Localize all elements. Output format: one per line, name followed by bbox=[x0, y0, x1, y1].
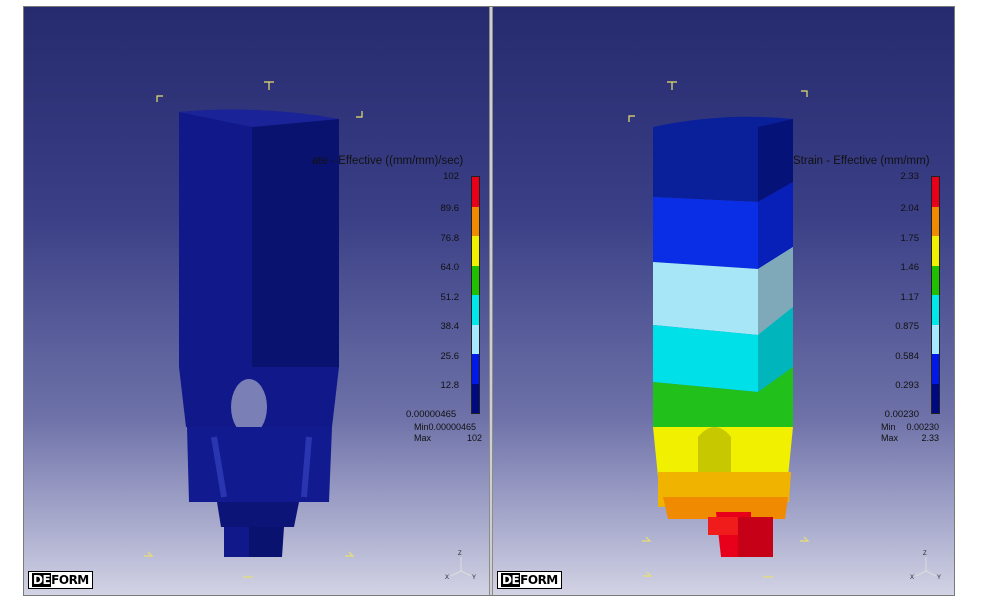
right-min-label: Min bbox=[881, 422, 896, 432]
left-min-value: 0.00000465 bbox=[428, 422, 477, 432]
right-legend-label: 0.00230 bbox=[884, 409, 919, 420]
right-color-band bbox=[932, 265, 939, 295]
left-color-bar bbox=[471, 176, 480, 414]
viewer-frame: ate - Effective ((mm/mm)/sec) 102 89.6 7… bbox=[23, 6, 955, 596]
right-max-readout: Max 2.33 bbox=[881, 433, 939, 443]
right-legend-label: 2.04 bbox=[900, 203, 920, 214]
left-legend-label: 76.8 bbox=[440, 233, 460, 244]
axis-triad-icon: Z X Y bbox=[910, 551, 941, 581]
right-color-band bbox=[932, 295, 939, 325]
left-min-readout: Min0.00000465 bbox=[414, 422, 476, 432]
triad-z-label: Z bbox=[458, 551, 462, 557]
left-color-band bbox=[472, 265, 479, 295]
left-color-band bbox=[472, 236, 479, 266]
left-color-band bbox=[472, 177, 479, 207]
left-legend-label: 0.00000465 bbox=[406, 409, 457, 420]
left-color-band bbox=[472, 324, 479, 354]
right-legend-label: 1.17 bbox=[900, 292, 920, 303]
right-legend-label: 0.584 bbox=[895, 351, 919, 362]
left-max-readout: Max 102 bbox=[414, 433, 482, 443]
left-color-band bbox=[472, 206, 479, 236]
right-max-label: Max bbox=[881, 433, 899, 443]
right-color-band bbox=[932, 206, 939, 236]
left-legend-label: 102 bbox=[443, 171, 459, 182]
right-legend-label: 1.46 bbox=[900, 262, 920, 273]
right-legend-label: 0.293 bbox=[895, 380, 919, 391]
right-color-band bbox=[932, 383, 939, 413]
triad-z-label: Z bbox=[923, 551, 927, 557]
right-color-band bbox=[932, 324, 939, 354]
right-legend-label: 0.875 bbox=[895, 321, 919, 332]
axis-triad-icon: Z X Y bbox=[445, 551, 476, 581]
left-legend-label: 51.2 bbox=[440, 292, 460, 303]
left-legend-label: 38.4 bbox=[440, 321, 460, 332]
triad-y-label: Y bbox=[472, 575, 476, 581]
right-color-band bbox=[932, 236, 939, 266]
right-min-readout: Min 0.00230 bbox=[881, 422, 939, 432]
triad-x-label: X bbox=[445, 575, 449, 581]
right-legend-label: 2.33 bbox=[900, 171, 920, 182]
deform-logo: DEFORM bbox=[28, 571, 93, 589]
right-legend-title: Strain - Effective (mm/mm) bbox=[793, 155, 930, 167]
right-color-band bbox=[932, 354, 939, 384]
left-max-label: Max bbox=[414, 433, 432, 443]
right-min-value: 0.00230 bbox=[906, 422, 939, 432]
left-color-band bbox=[472, 295, 479, 325]
right-max-value: 2.33 bbox=[921, 433, 939, 443]
triad-x-label: X bbox=[910, 575, 914, 581]
right-viewport[interactable]: Strain - Effective (mm/mm) 2.33 2.04 1.7… bbox=[493, 7, 954, 595]
deform-logo: DEFORM bbox=[497, 571, 562, 589]
left-color-band bbox=[472, 354, 479, 384]
left-viewport[interactable]: ate - Effective ((mm/mm)/sec) 102 89.6 7… bbox=[24, 7, 489, 595]
left-legend-label: 64.0 bbox=[440, 262, 460, 273]
left-legend-title: ate - Effective ((mm/mm)/sec) bbox=[312, 155, 464, 167]
right-color-band bbox=[932, 177, 939, 207]
right-color-bar bbox=[931, 176, 940, 414]
left-color-band bbox=[472, 383, 479, 413]
triad-y-label: Y bbox=[937, 575, 941, 581]
left-min-label: Min bbox=[414, 422, 429, 432]
left-legend-label: 12.8 bbox=[440, 380, 460, 391]
left-legend-label: 25.6 bbox=[440, 351, 460, 362]
right-legend-label: 1.75 bbox=[900, 233, 920, 244]
left-max-value: 102 bbox=[466, 433, 482, 443]
left-legend-label: 89.6 bbox=[440, 203, 460, 214]
